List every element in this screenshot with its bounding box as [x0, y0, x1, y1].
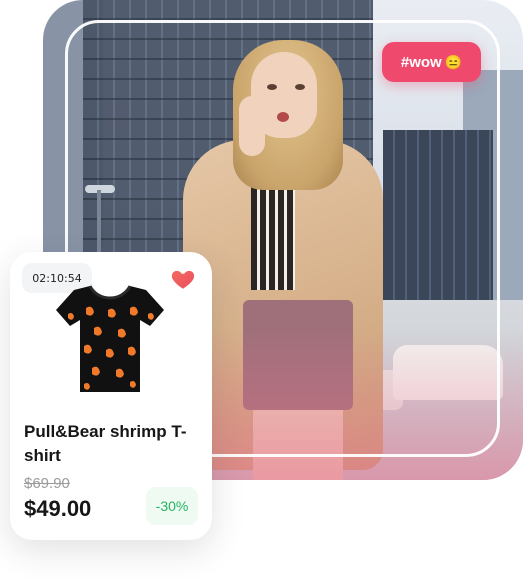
- product-card[interactable]: 02:10:54 Pull&Bear shrimp T-shirt $69.90…: [10, 252, 212, 540]
- hashtag-label: #wow: [400, 53, 442, 71]
- discount-badge: -30%: [146, 487, 198, 525]
- sale-price: $49.00: [24, 496, 92, 521]
- heart-icon[interactable]: [170, 266, 196, 292]
- product-title[interactable]: Pull&Bear shrimp T-shirt: [24, 420, 204, 468]
- tshirt-image: [56, 285, 164, 392]
- original-price: $69.90: [24, 475, 70, 492]
- hashtag-badge[interactable]: #wow 😑: [382, 42, 481, 82]
- emoji-icon: 😑: [444, 53, 463, 70]
